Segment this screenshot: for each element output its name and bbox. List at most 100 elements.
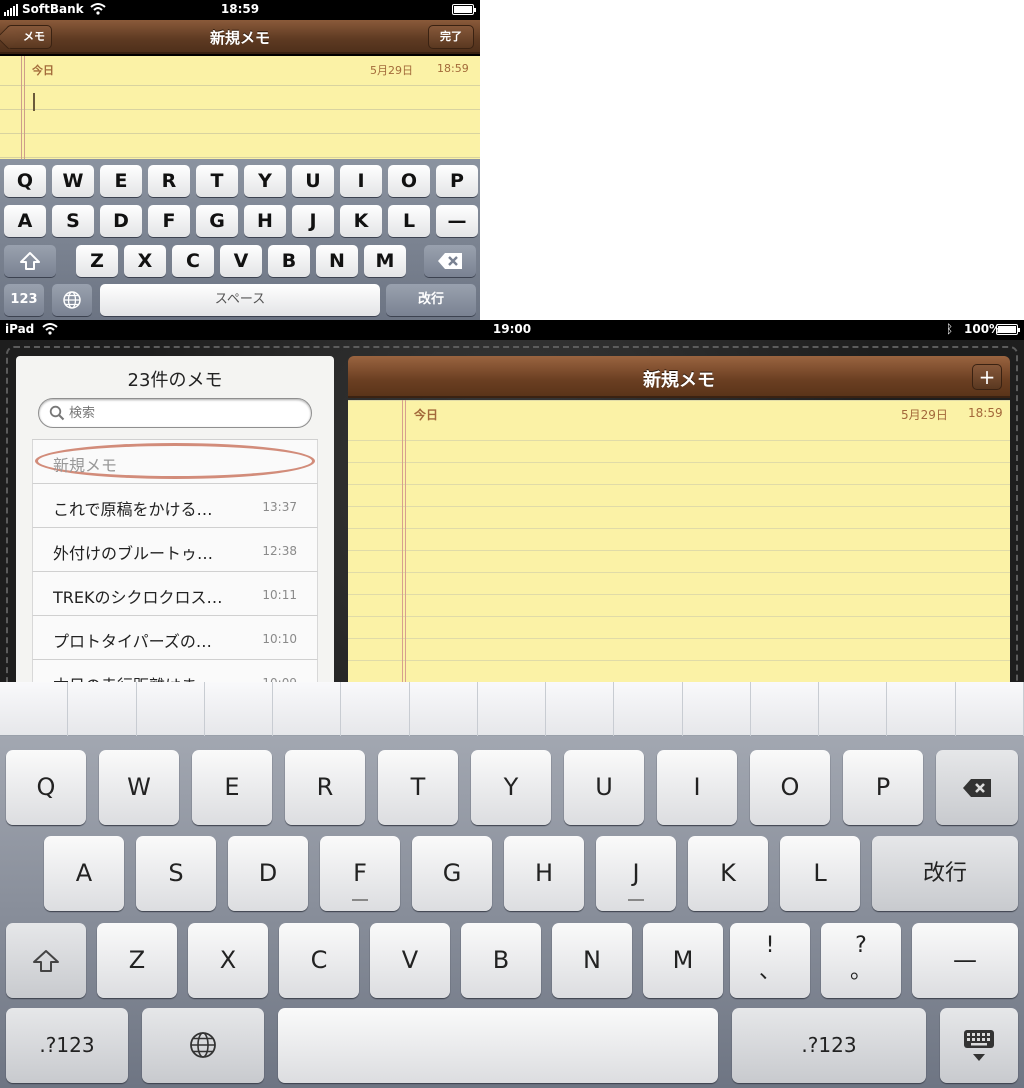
dash-key[interactable]: —	[912, 923, 1018, 998]
key-row2-1[interactable]: S	[136, 836, 216, 911]
done-button[interactable]: 完了	[428, 25, 474, 49]
key-row2-4[interactable]: G	[196, 205, 238, 237]
candidate-slot[interactable]	[546, 682, 615, 736]
iphone-screen: SoftBank 18:59 メモ 新規メモ 完了 今日 5月29日 18:59…	[0, 0, 480, 320]
key-row1-7[interactable]: I	[340, 165, 382, 197]
numbers-key[interactable]: 123	[4, 284, 44, 316]
key-row3-4[interactable]: B	[461, 923, 541, 998]
key-row2-8[interactable]: L	[780, 836, 860, 911]
note-editor[interactable]: 今日 5月29日 18:59	[0, 56, 480, 159]
candidate-slot[interactable]	[956, 682, 1024, 736]
key-row1-9[interactable]: P	[843, 750, 923, 825]
key-row1-6[interactable]: U	[292, 165, 334, 197]
key-row1-7[interactable]: I	[657, 750, 737, 825]
key-row1-1[interactable]: W	[52, 165, 94, 197]
candidate-slot[interactable]	[273, 682, 342, 736]
list-item[interactable]: 新規メモ	[32, 440, 318, 484]
candidate-slot[interactable]	[68, 682, 137, 736]
key-row2-0[interactable]: A	[44, 836, 124, 911]
key-row3-1[interactable]: X	[188, 923, 268, 998]
candidate-slot[interactable]	[683, 682, 751, 736]
exclamation-comma-key[interactable]: ! 、	[730, 923, 810, 998]
key-row3-3[interactable]: V	[370, 923, 450, 998]
globe-key[interactable]	[52, 284, 92, 316]
candidate-slot[interactable]	[819, 682, 888, 736]
note-editor[interactable]: 今日 5月29日 18:59	[348, 400, 1010, 682]
delete-key[interactable]	[424, 245, 476, 277]
key-row2-2[interactable]: D	[100, 205, 142, 237]
list-item[interactable]: 本日の走行距離はま…10:09	[32, 660, 318, 682]
list-item[interactable]: 外付けのブルートゥ… 12:38	[32, 528, 318, 572]
key-row2-5[interactable]: H	[504, 836, 584, 911]
key-row3-6[interactable]: M	[643, 923, 723, 998]
key-row1-3[interactable]: R	[148, 165, 190, 197]
add-note-button[interactable]: +	[972, 364, 1002, 390]
return-key[interactable]: 改行	[386, 284, 476, 316]
key-row2-6[interactable]: J	[292, 205, 334, 237]
key-row2-3[interactable]: F	[320, 836, 400, 911]
candidate-slot[interactable]	[614, 682, 683, 736]
key-row2-6[interactable]: J	[596, 836, 676, 911]
numbers-key-left[interactable]: .?123	[6, 1008, 128, 1083]
return-key[interactable]: 改行	[872, 836, 1018, 911]
globe-key[interactable]	[142, 1008, 264, 1083]
list-item[interactable]: TREKのシクロクロス… 10:11	[32, 572, 318, 616]
candidate-slot[interactable]	[751, 682, 820, 736]
candidate-slot[interactable]	[137, 682, 205, 736]
note-date: 5月29日	[901, 408, 948, 422]
space-key[interactable]	[278, 1008, 718, 1083]
key-row2-0[interactable]: A	[4, 205, 46, 237]
key-row1-8[interactable]: O	[750, 750, 830, 825]
hide-keyboard-key[interactable]	[940, 1008, 1018, 1083]
key-row1-8[interactable]: O	[388, 165, 430, 197]
shift-key[interactable]	[4, 245, 56, 277]
key-row3-2[interactable]: C	[172, 245, 214, 277]
key-row3-0[interactable]: Z	[97, 923, 177, 998]
key-row3-3[interactable]: V	[220, 245, 262, 277]
key-row3-0[interactable]: Z	[76, 245, 118, 277]
search-input[interactable]	[69, 404, 299, 422]
key-row1-4[interactable]: T	[378, 750, 458, 825]
key-row2-4[interactable]: G	[412, 836, 492, 911]
key-row1-2[interactable]: E	[192, 750, 272, 825]
candidate-slot[interactable]	[887, 682, 956, 736]
key-row1-0[interactable]: Q	[4, 165, 46, 197]
key-row1-6[interactable]: U	[564, 750, 644, 825]
key-row3-5[interactable]: N	[316, 245, 358, 277]
candidate-slot[interactable]	[478, 682, 547, 736]
candidate-slot[interactable]	[410, 682, 478, 736]
key-row1-4[interactable]: T	[196, 165, 238, 197]
key-row2-7[interactable]: K	[340, 205, 382, 237]
note-title: 新規メモ	[643, 370, 715, 391]
candidate-slot[interactable]	[205, 682, 274, 736]
key-row2-5[interactable]: H	[244, 205, 286, 237]
key-row1-5[interactable]: Y	[471, 750, 551, 825]
key-row2-1[interactable]: S	[52, 205, 94, 237]
question-period-key[interactable]: ? 。	[821, 923, 901, 998]
key-row1-0[interactable]: Q	[6, 750, 86, 825]
space-key[interactable]: スペース	[100, 284, 380, 316]
key-row1-2[interactable]: E	[100, 165, 142, 197]
key-row2-7[interactable]: K	[688, 836, 768, 911]
key-row3-4[interactable]: B	[268, 245, 310, 277]
key-row2-2[interactable]: D	[228, 836, 308, 911]
key-row3-1[interactable]: X	[124, 245, 166, 277]
list-item[interactable]: これで原稿をかける… 13:37	[32, 484, 318, 528]
key-row2-9[interactable]: —	[436, 205, 478, 237]
numbers-key-right[interactable]: .?123	[732, 1008, 926, 1083]
key-row3-2[interactable]: C	[279, 923, 359, 998]
candidate-slot[interactable]	[341, 682, 410, 736]
key-row1-1[interactable]: W	[99, 750, 179, 825]
search-field[interactable]	[38, 398, 312, 428]
key-row3-5[interactable]: N	[552, 923, 632, 998]
key-row2-3[interactable]: F	[148, 205, 190, 237]
key-row1-9[interactable]: P	[436, 165, 478, 197]
candidate-slot[interactable]	[0, 682, 69, 736]
key-row1-3[interactable]: R	[285, 750, 365, 825]
key-row2-8[interactable]: L	[388, 205, 430, 237]
key-row1-5[interactable]: Y	[244, 165, 286, 197]
delete-key[interactable]	[936, 750, 1018, 825]
key-row3-6[interactable]: M	[364, 245, 406, 277]
shift-key[interactable]	[6, 923, 86, 998]
list-item[interactable]: プロトタイパーズの… 10:10	[32, 616, 318, 660]
